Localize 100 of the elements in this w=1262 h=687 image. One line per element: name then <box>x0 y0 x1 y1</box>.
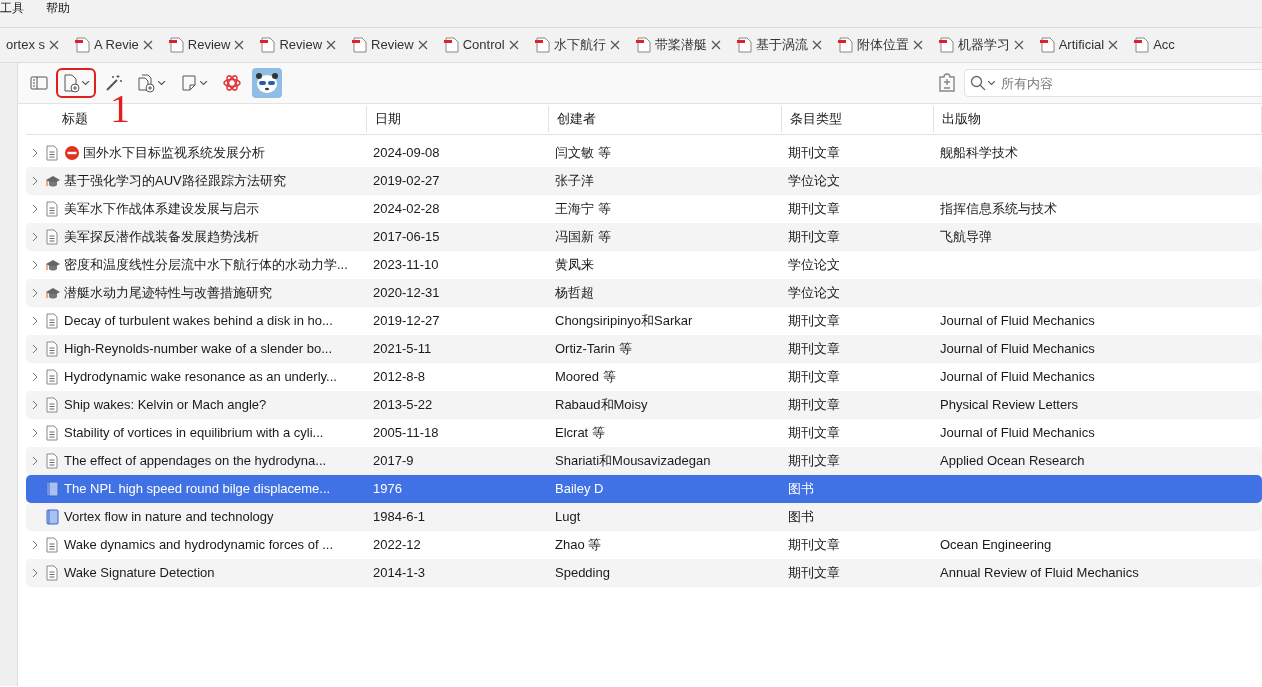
close-icon[interactable] <box>417 40 428 50</box>
item-creator: Ortiz-Tarin 等 <box>555 341 632 357</box>
tab[interactable]: 带桨潜艇 <box>627 28 729 62</box>
document-icon <box>45 453 61 469</box>
close-icon[interactable] <box>49 40 59 50</box>
table-row[interactable]: Decay of turbulent wakes behind a disk in ho... 2019-12-27 Chongsiripinyo和Sarkar 期刊文章 Journal of Fluid Mechanics <box>26 307 1262 335</box>
chevron-icon[interactable] <box>30 372 40 382</box>
chevron-icon[interactable] <box>30 288 40 298</box>
close-icon[interactable] <box>508 40 519 50</box>
table-row[interactable]: The NPL high speed round bilge displaceme... 1976 Bailey D 图书 <box>26 475 1262 503</box>
pdf-icon <box>168 37 184 53</box>
chevron-icon[interactable] <box>30 540 40 550</box>
item-title: Vortex flow in nature and technology <box>64 508 274 527</box>
pdf-icon <box>837 37 853 53</box>
document-icon <box>45 369 61 385</box>
item-creator: Rabaud和Moisy <box>555 397 648 413</box>
item-creator: 王海宁 等 <box>555 201 611 217</box>
chevron-icon[interactable] <box>30 232 40 242</box>
document-icon <box>45 313 61 329</box>
plugin-button[interactable] <box>252 68 282 98</box>
close-icon[interactable] <box>710 40 721 50</box>
tab[interactable]: 水下航行 <box>526 28 628 62</box>
table-row[interactable]: Stability of vortices in equilibrium with a cyli... 2005-11-18 Elcrat 等 期刊文章 Journal of Fluid Mechanics <box>26 419 1262 447</box>
tab[interactable]: A Revie <box>67 28 161 62</box>
table-row[interactable]: 国外水下目标监视系统发展分析 2024-09-08 闫文敏 等 期刊文章 舰船科学技术 <box>26 139 1262 167</box>
chevron-icon[interactable] <box>30 176 40 186</box>
tab[interactable]: Artificial <box>1031 28 1127 62</box>
document-icon <box>45 537 61 553</box>
tab[interactable]: 机器学习 <box>930 28 1032 62</box>
tab[interactable]: Control <box>435 28 527 62</box>
graduation-cap-icon <box>45 257 61 273</box>
item-date: 1976 <box>373 481 402 497</box>
pdf-icon <box>1039 37 1055 53</box>
column-header[interactable]: 日期 <box>367 106 549 132</box>
item-title: 国外水下目标监视系统发展分析 <box>83 144 265 163</box>
tab[interactable]: Review <box>252 28 345 62</box>
pdf-icon <box>534 37 550 53</box>
chevron-icon[interactable] <box>30 400 40 410</box>
chevron-icon[interactable] <box>30 428 40 438</box>
chevron-icon[interactable] <box>30 260 40 270</box>
tab-label: ortex s <box>6 36 45 55</box>
close-icon[interactable] <box>609 40 620 50</box>
item-title: 密度和温度线性分层流中水下航行体的水动力学... <box>64 256 348 275</box>
close-icon[interactable] <box>142 40 153 50</box>
menu-item[interactable]: 工具 <box>0 0 24 17</box>
table-row[interactable]: Vortex flow in nature and technology 1984-6-1 Lugt 图书 <box>26 503 1262 531</box>
table-row[interactable]: The effect of appendages on the hydrodyna... 2017-9 Shariati和Mousavizadegan 期刊文章 Applied Ocean Research <box>26 447 1262 475</box>
tab[interactable]: Review <box>160 28 253 62</box>
table-row[interactable]: Ship wakes: Kelvin or Mach angle? 2013-5-22 Rabaud和Moisy 期刊文章 Physical Review Letters <box>26 391 1262 419</box>
new-item-button[interactable] <box>58 70 94 96</box>
table-row[interactable]: Wake Signature Detection 2014-1-3 Spedding 期刊文章 Annual Review of Fluid Mechanics <box>26 559 1262 587</box>
tab-label: Review <box>371 36 414 55</box>
tab[interactable]: Acc <box>1126 28 1183 62</box>
column-header[interactable]: 条目类型 <box>782 106 934 132</box>
close-icon[interactable] <box>326 40 337 50</box>
chevron-icon[interactable] <box>30 344 40 354</box>
item-title: The effect of appendages on the hydrodyna... <box>64 452 327 471</box>
document-icon <box>45 229 61 245</box>
close-icon[interactable] <box>811 40 822 50</box>
pdf-icon <box>736 37 752 53</box>
item-type: 期刊文章 <box>788 537 840 553</box>
caret-icon <box>988 80 995 86</box>
search-field[interactable]: 所有内容 <box>964 69 1262 97</box>
close-icon[interactable] <box>912 40 923 50</box>
tab-label: A Revie <box>94 36 139 55</box>
tab[interactable]: ortex s <box>0 28 67 62</box>
menu-item[interactable]: 帮助 <box>46 0 70 17</box>
close-icon[interactable] <box>234 40 245 50</box>
tab[interactable]: 基于涡流 <box>728 28 830 62</box>
table-row[interactable]: Wake dynamics and hydrodynamic forces of ... 2022-12 Zhao 等 期刊文章 Ocean Engineering <box>26 531 1262 559</box>
item-type: 学位论文 <box>788 285 840 301</box>
chevron-icon[interactable] <box>30 204 40 214</box>
close-icon[interactable] <box>1108 40 1119 50</box>
item-creator: Chongsiripinyo和Sarkar <box>555 313 693 329</box>
chevron-icon[interactable] <box>30 148 40 158</box>
table-row[interactable]: Hydrodynamic wake resonance as an underly... 2012-8-8 Moored 等 期刊文章 Journal of Fluid Mechanics <box>26 363 1262 391</box>
close-icon[interactable] <box>1013 40 1024 50</box>
chevron-icon[interactable] <box>30 568 40 578</box>
tab[interactable]: Review <box>344 28 436 62</box>
column-header[interactable]: 出版物 <box>934 106 1262 132</box>
item-type: 学位论文 <box>788 173 840 189</box>
pdf-icon <box>635 37 651 53</box>
column-header[interactable]: 创建者 <box>549 106 782 132</box>
tab-label: 附体位置 <box>856 36 909 55</box>
tab[interactable]: 附体位置 <box>829 28 931 62</box>
table-row[interactable]: 基于强化学习的AUV路径跟踪方法研究 2019-02-27 张子洋 学位论文 <box>26 167 1262 195</box>
item-date: 2019-12-27 <box>373 313 440 329</box>
chevron-icon[interactable] <box>30 456 40 466</box>
item-date: 2005-11-18 <box>373 425 439 441</box>
tab-label: Acc <box>1153 36 1175 55</box>
table-row[interactable]: 美军水下作战体系建设发展与启示 2024-02-28 王海宁 等 期刊文章 指挥信息系统与技术 <box>26 195 1262 223</box>
table-row[interactable]: 美军探反潜作战装备发展趋势浅析 2017-06-15 冯国新 等 期刊文章 飞航导弹 <box>26 223 1262 251</box>
chevron-icon[interactable] <box>30 316 40 326</box>
item-date: 2022-12 <box>373 537 421 553</box>
item-date: 2020-12-31 <box>373 285 440 301</box>
tab-label: 带桨潜艇 <box>654 36 707 55</box>
table-row[interactable]: 密度和温度线性分层流中水下航行体的水动力学... 2023-11-10 黄凤来 学位论文 <box>26 251 1262 279</box>
table-row[interactable]: 潜艇水动力尾迹特性与改善措施研究 2020-12-31 杨哲超 学位论文 <box>26 279 1262 307</box>
item-creator: Moored 等 <box>555 369 616 385</box>
table-row[interactable]: High-Reynolds-number wake of a slender bo... 2021-5-11 Ortiz-Tarin 等 期刊文章 Journal of Fluid Mechanics <box>26 335 1262 363</box>
